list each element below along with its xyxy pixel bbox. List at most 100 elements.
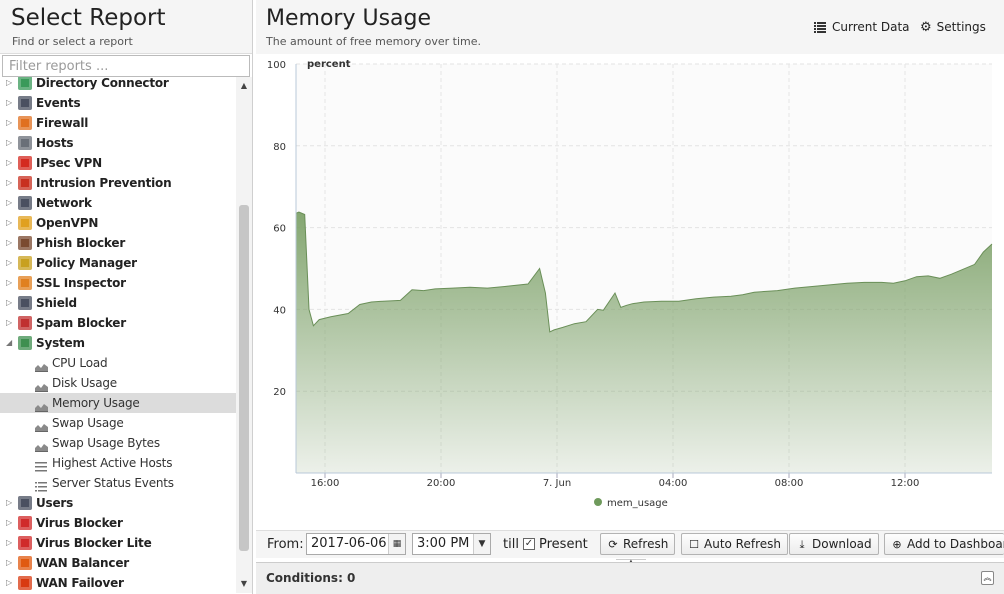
report-selector-title: Select Report xyxy=(11,5,166,31)
from-label: From: xyxy=(267,537,304,552)
filter-reports-input[interactable] xyxy=(2,55,250,77)
report-header: Memory Usage The amount of free memory o… xyxy=(256,0,1004,54)
tree-item-highest-active-hosts[interactable]: Highest Active Hosts xyxy=(0,453,236,473)
triangle-right-icon[interactable]: ▷ xyxy=(6,77,12,93)
scroll-up-icon[interactable]: ▲ xyxy=(236,79,252,93)
tree-item-intrusion-prevention[interactable]: ▷ Intrusion Prevention xyxy=(0,173,236,193)
tree-item-label: WAN Failover xyxy=(36,576,124,590)
tree-item-spam-blocker[interactable]: ▷ Spam Blocker xyxy=(0,313,236,333)
y-tick-label: 60 xyxy=(273,224,286,235)
settings-label: Settings xyxy=(936,20,986,34)
report-toolbar: From: 2017-06-06 ▦ 3:00 PM ▼ till ✓ Pres… xyxy=(256,530,1004,558)
from-time-field[interactable]: 3:00 PM ▼ xyxy=(412,533,491,555)
triangle-right-icon[interactable]: ▷ xyxy=(6,93,12,113)
report-panel: Memory Usage The amount of free memory o… xyxy=(256,0,1004,594)
download-button[interactable]: ⤓ Download xyxy=(789,533,879,555)
tree-item-disk-usage[interactable]: Disk Usage xyxy=(0,373,236,393)
tree-item-virus-blocker-lite[interactable]: ▷ Virus Blocker Lite xyxy=(0,533,236,553)
tree-item-label: SSL Inspector xyxy=(36,276,126,290)
triangle-right-icon[interactable]: ▷ xyxy=(6,273,12,293)
present-checkbox[interactable]: ✓ xyxy=(523,538,535,550)
tree-item-label: Virus Blocker Lite xyxy=(36,536,152,550)
tree-item-phish-blocker[interactable]: ▷ Phish Blocker xyxy=(0,233,236,253)
triangle-right-icon[interactable]: ▷ xyxy=(6,233,12,253)
scrollbar-thumb[interactable] xyxy=(239,205,249,551)
expand-up-icon[interactable]: ︽ xyxy=(981,571,994,585)
tree-item-events[interactable]: ▷ Events xyxy=(0,93,236,113)
tree-item-swap-usage-bytes[interactable]: Swap Usage Bytes xyxy=(0,433,236,453)
triangle-right-icon[interactable]: ▷ xyxy=(6,193,12,213)
tree-item-wan-balancer[interactable]: ▷ WAN Balancer xyxy=(0,553,236,573)
y-axis-label: percent xyxy=(307,59,351,70)
ssl-inspector-icon xyxy=(18,276,32,290)
tree-item-label: OpenVPN xyxy=(36,216,99,230)
x-tick-label: 16:00 xyxy=(311,478,340,489)
chevron-down-icon[interactable]: ▼ xyxy=(473,534,490,554)
settings-button[interactable]: ⚙ Settings xyxy=(920,18,986,36)
triangle-right-icon[interactable]: ▷ xyxy=(6,113,12,133)
tree-item-wan-failover[interactable]: ▷ WAN Failover xyxy=(0,573,236,593)
auto-refresh-label: Auto Refresh xyxy=(704,537,781,551)
checkbox-icon: ☐ xyxy=(689,538,699,551)
tree-item-ssl-inspector[interactable]: ▷ SSL Inspector xyxy=(0,273,236,293)
triangle-right-icon[interactable]: ▷ xyxy=(6,493,12,513)
tree-scrollbar[interactable]: ▲ ▼ xyxy=(236,77,252,593)
area-chart-icon xyxy=(35,398,48,412)
tree-item-ipsec-vpn[interactable]: ▷ IPsec VPN xyxy=(0,153,236,173)
triangle-right-icon[interactable]: ▷ xyxy=(6,513,12,533)
triangle-right-icon[interactable]: ▷ xyxy=(6,533,12,553)
memory-usage-chart: 20 40 60 80 100 16:00 20:00 7. Jun 04:00 08:00 12:… xyxy=(256,54,1004,528)
spam-blocker-icon xyxy=(18,316,32,330)
triangle-right-icon[interactable]: ▷ xyxy=(6,153,12,173)
tree-item-memory-usage[interactable]: Memory Usage xyxy=(0,393,236,413)
policy-manager-icon xyxy=(18,256,32,270)
add-to-dashboard-button[interactable]: ⊕ Add to Dashboar xyxy=(884,533,1004,555)
tree-item-directory-connector[interactable]: ▷ Directory Connector xyxy=(0,77,236,93)
system-icon xyxy=(18,336,32,350)
tree-item-label: Firewall xyxy=(36,116,89,130)
triangle-right-icon[interactable]: ▷ xyxy=(6,213,12,233)
triangle-right-icon[interactable]: ▷ xyxy=(6,253,12,273)
tree-item-virus-blocker[interactable]: ▷ Virus Blocker xyxy=(0,513,236,533)
events-icon xyxy=(18,96,32,110)
tree-item-network[interactable]: ▷ Network xyxy=(0,193,236,213)
triangle-right-icon[interactable]: ▷ xyxy=(6,553,12,573)
tree-item-users[interactable]: ▷ Users xyxy=(0,493,236,513)
triangle-right-icon[interactable]: ▷ xyxy=(6,573,12,593)
triangle-right-icon[interactable]: ▷ xyxy=(6,293,12,313)
report-title: Memory Usage xyxy=(266,6,432,31)
tree-item-shield[interactable]: ▷ Shield xyxy=(0,293,236,313)
lock-icon xyxy=(18,156,32,170)
triangle-down-icon[interactable]: ◢ xyxy=(6,333,12,353)
tree-item-cpu-load[interactable]: CPU Load xyxy=(0,353,236,373)
shield-icon xyxy=(18,296,32,310)
tree-item-system[interactable]: ◢ System xyxy=(0,333,236,353)
auto-refresh-button[interactable]: ☐ Auto Refresh xyxy=(681,533,788,555)
report-selector-header: Select Report Find or select a report xyxy=(0,0,252,54)
refresh-button[interactable]: ⟳ Refresh xyxy=(600,533,676,555)
tree-item-label: Server Status Events xyxy=(52,476,174,490)
tree-item-label: Highest Active Hosts xyxy=(52,456,173,470)
current-data-button[interactable]: Current Data xyxy=(814,18,910,36)
scroll-down-icon[interactable]: ▼ xyxy=(236,577,252,591)
tree-item-swap-usage[interactable]: Swap Usage xyxy=(0,413,236,433)
conditions-label: Conditions: 0 xyxy=(266,571,356,585)
y-tick-label: 100 xyxy=(267,60,286,71)
tree-item-server-status-events[interactable]: Server Status Events xyxy=(0,473,236,493)
tree-item-policy-manager[interactable]: ▷ Policy Manager xyxy=(0,253,236,273)
table-icon xyxy=(814,22,826,33)
tree-item-openvpn[interactable]: ▷ OpenVPN xyxy=(0,213,236,233)
calendar-icon[interactable]: ▦ xyxy=(388,534,405,554)
tree-item-label: Virus Blocker xyxy=(36,516,123,530)
tree-item-hosts[interactable]: ▷ Hosts xyxy=(0,133,236,153)
triangle-right-icon[interactable]: ▷ xyxy=(6,133,12,153)
x-tick-label: 12:00 xyxy=(891,478,920,489)
triangle-right-icon[interactable]: ▷ xyxy=(6,313,12,333)
tree-item-firewall[interactable]: ▷ Firewall xyxy=(0,113,236,133)
from-date-field[interactable]: 2017-06-06 ▦ xyxy=(306,533,406,555)
tree-item-label: IPsec VPN xyxy=(36,156,102,170)
hosts-icon xyxy=(18,136,32,150)
tree-item-label: System xyxy=(36,336,85,350)
download-icon: ⤓ xyxy=(799,538,805,551)
triangle-right-icon[interactable]: ▷ xyxy=(6,173,12,193)
